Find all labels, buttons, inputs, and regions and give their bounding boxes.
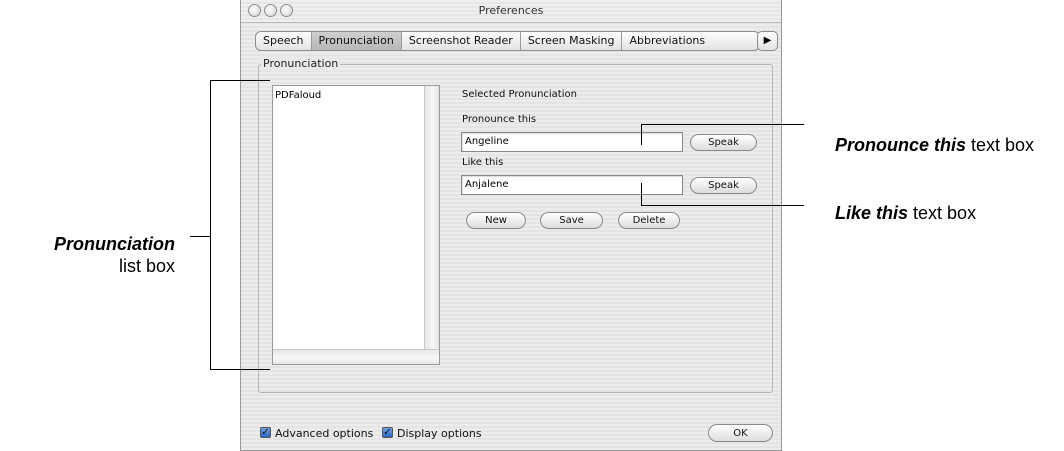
pronounce-this-input[interactable]: Angeline (461, 132, 683, 152)
callout-bold: Pronunciation (54, 234, 175, 254)
tab-screen-masking[interactable]: Screen Masking (521, 32, 623, 50)
list-bracket-pointer (190, 236, 210, 237)
new-button[interactable]: New (466, 212, 526, 229)
like-this-input[interactable]: Anjalene (461, 175, 683, 195)
vertical-scrollbar[interactable] (424, 86, 439, 364)
groupbox-legend: Pronunciation (261, 56, 341, 71)
callout-bold: Like this (835, 203, 909, 223)
like-this-label: Like this (462, 157, 504, 168)
like-callout-horizontal (641, 205, 804, 206)
like-this-callout: Like this text box (835, 202, 1060, 224)
pronounce-this-callout: Pronounce this text box (835, 134, 1060, 156)
tab-scroll-right-button[interactable]: ▶ (757, 31, 778, 51)
speak-pronounce-button[interactable]: Speak (690, 134, 757, 151)
callout-rest: list box (118, 256, 175, 276)
tab-screenshot-reader[interactable]: Screenshot Reader (402, 32, 521, 50)
list-bracket-top (210, 80, 270, 81)
checkmark-icon: ✓ (261, 427, 270, 438)
delete-button[interactable]: Delete (618, 212, 680, 229)
tab-speech[interactable]: Speech (256, 32, 312, 50)
tab-abbreviations[interactable]: Abbreviations (622, 32, 712, 50)
horizontal-scrollbar[interactable] (273, 349, 439, 364)
checkmark-icon: ✓ (383, 427, 392, 438)
save-button[interactable]: Save (540, 212, 603, 229)
like-callout-vertical (641, 183, 642, 206)
advanced-options-label: Advanced options (275, 427, 374, 440)
callout-bold: Pronounce this (835, 135, 967, 155)
preferences-window: Preferences Speech Pronunciation Screens… (240, 0, 782, 451)
callout-rest: text box (908, 203, 977, 223)
tab-bar: Speech Pronunciation Screenshot Reader S… (255, 31, 760, 51)
display-options-checkbox[interactable]: ✓ (382, 427, 393, 438)
callout-rest: text box (966, 135, 1035, 155)
tab-pronunciation[interactable]: Pronunciation (311, 32, 402, 50)
display-options-label: Display options (397, 427, 482, 440)
pronounce-callout-vertical (641, 124, 642, 145)
advanced-options-checkbox[interactable]: ✓ (260, 427, 271, 438)
speak-like-button[interactable]: Speak (690, 177, 757, 194)
pronunciation-listbox[interactable]: PDFaloud (272, 85, 440, 365)
ok-button[interactable]: OK (708, 424, 773, 442)
title-bar: Preferences (241, 0, 781, 23)
pronunciation-list-callout: Pronunciation list box (9, 233, 175, 277)
list-bracket-vertical (210, 80, 211, 370)
selected-pronunciation-heading: Selected Pronunciation (462, 89, 577, 100)
right-arrow-icon: ▶ (763, 35, 772, 46)
window-title: Preferences (478, 4, 544, 17)
list-bracket-bottom (210, 369, 270, 370)
pronounce-callout-horizontal (641, 124, 804, 125)
list-item[interactable]: PDFaloud (275, 90, 321, 101)
pronounce-this-label: Pronounce this (462, 114, 537, 125)
